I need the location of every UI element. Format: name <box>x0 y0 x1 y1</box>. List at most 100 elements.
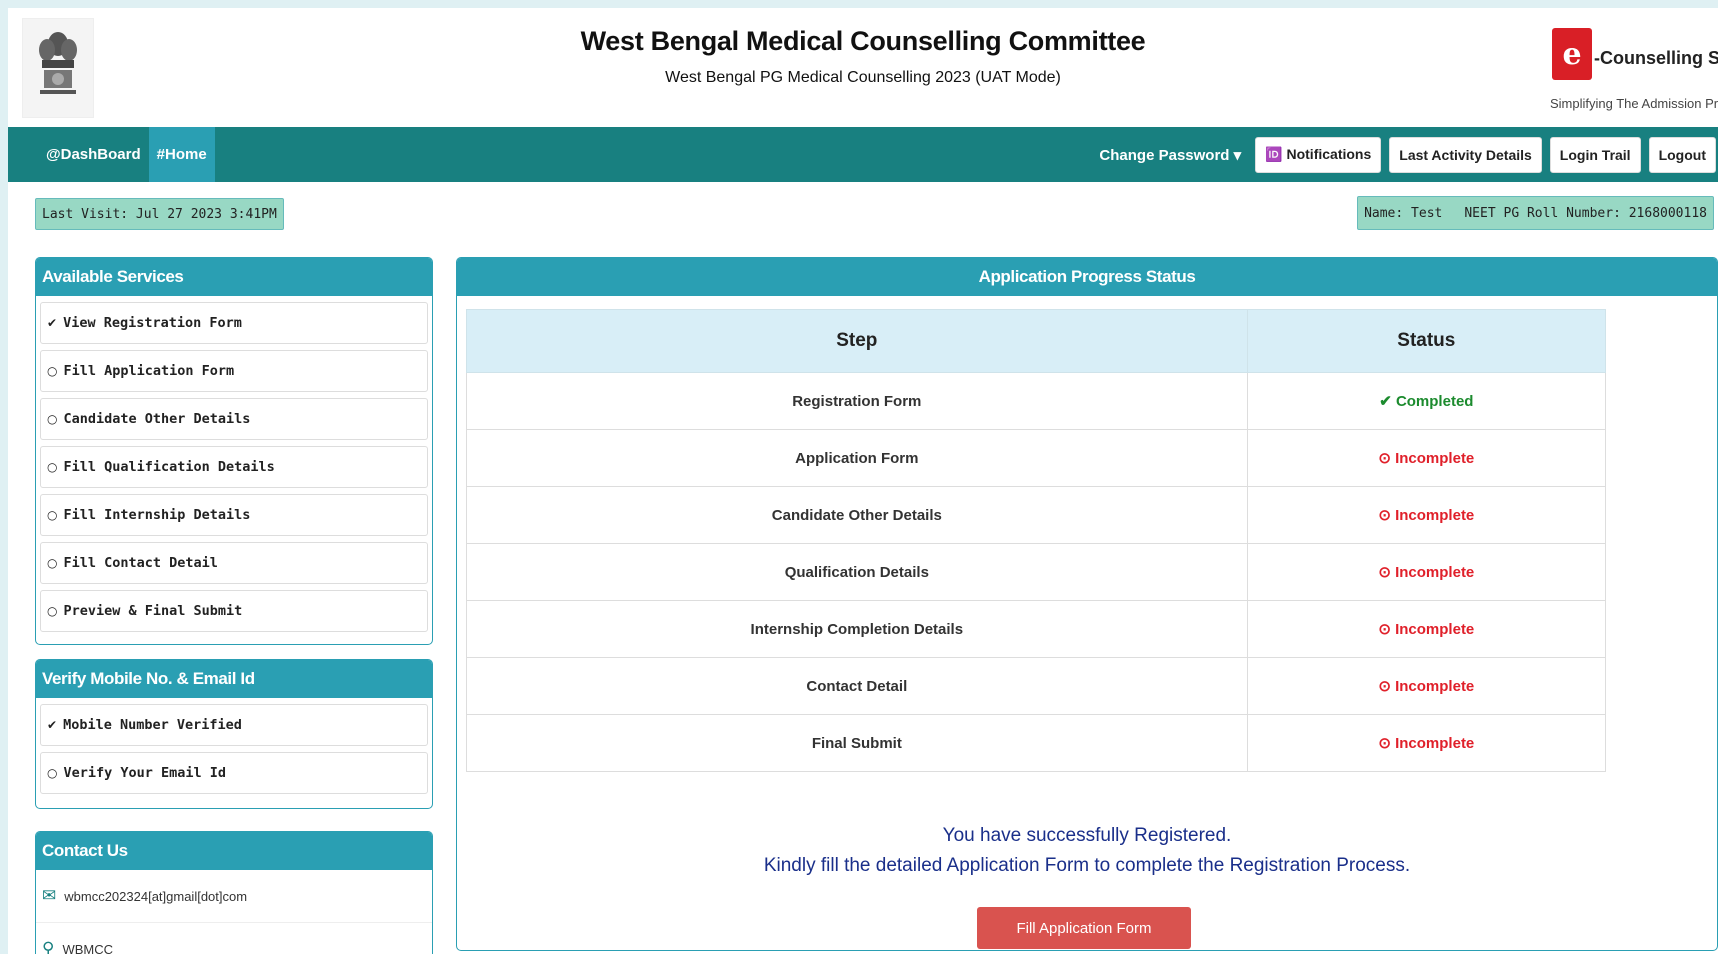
status-cell: ⊙ Incomplete <box>1246 486 1607 544</box>
service-item-label: Mobile Number Verified <box>63 717 242 733</box>
status-text: Incomplete <box>1395 507 1475 524</box>
last-activity-button[interactable]: Last Activity Details <box>1389 136 1542 173</box>
page: West Bengal Medical Counselling Committe… <box>8 8 1718 954</box>
table-row: Internship Completion Details ⊙ Incomplet… <box>466 600 1607 658</box>
service-item[interactable]: ○ Fill Internship Details <box>40 494 428 536</box>
circle-icon: ○ <box>47 556 58 570</box>
notifications-button[interactable]: 🆔 Notifications <box>1255 136 1382 173</box>
status-text: Incomplete <box>1395 450 1475 467</box>
circle-icon: ○ <box>47 460 58 474</box>
service-item[interactable]: ✔ View Registration Form <box>40 302 428 344</box>
table-row: Candidate Other Details ⊙ Incomplete <box>466 486 1607 544</box>
circle-icon: ○ <box>47 508 58 522</box>
service-item-label: Candidate Other Details <box>63 411 251 427</box>
available-services-panel: Available Services ✔ View Registration Fo… <box>35 257 433 645</box>
step-cell: Qualification Details <box>466 543 1248 601</box>
last-visit-badge: Last Visit: Jul 27 2023 3:41PM <box>35 198 284 230</box>
status-text: Completed <box>1395 393 1474 410</box>
panel-title: Verify Mobile No. & Email Id <box>36 660 432 698</box>
instruction-message: Kindly fill the detailed Application For… <box>763 855 1411 876</box>
step-cell: Final Submit <box>466 714 1248 772</box>
status-text: Incomplete <box>1395 678 1475 695</box>
alert-circle-icon: ⊙ <box>1378 621 1396 638</box>
step-cell: Candidate Other Details <box>466 486 1248 544</box>
service-item-label: Preview & Final Submit <box>63 603 243 619</box>
alert-circle-icon: ⊙ <box>1378 507 1396 524</box>
logo-mark: e <box>1552 28 1592 80</box>
table-header-row: Step Status <box>466 309 1607 373</box>
table-row: Contact Detail ⊙ Incomplete <box>466 657 1607 715</box>
alert-circle-icon: ⊙ <box>1378 450 1396 467</box>
progress-panel: Application Progress Status Step Status … <box>456 257 1718 951</box>
map-pin-icon: ⚲ <box>42 939 55 954</box>
alert-circle-icon: ⊙ <box>1378 564 1396 581</box>
page-title: West Bengal Medical Counselling Committe… <box>580 26 1146 56</box>
verify-list: ✔ Mobile Number Verified ○ Verify Your Emai… <box>36 704 432 794</box>
status-cell: ⊙ Incomplete <box>1246 714 1607 772</box>
circle-icon: ○ <box>47 604 58 618</box>
change-password-dropdown[interactable]: Change Password ▾ <box>1099 146 1241 164</box>
logo-text: -Counselling Services <box>1594 48 1718 68</box>
service-item[interactable]: ○ Candidate Other Details <box>40 398 428 440</box>
column-header-step: Step <box>466 309 1248 373</box>
login-trail-button[interactable]: Login Trail <box>1549 136 1641 173</box>
progress-table: Step Status Registration Form ✔ Completed… <box>466 309 1607 772</box>
status-cell: ⊙ Incomplete <box>1246 543 1607 601</box>
status-cell: ⊙ Incomplete <box>1246 657 1607 715</box>
panel-title: Application Progress Status <box>457 258 1717 296</box>
service-item[interactable]: ○ Fill Application Form <box>40 350 428 392</box>
status-text: Incomplete <box>1395 564 1475 581</box>
contact-email: ✉ wbmcc202324[at]gmail[dot]com <box>36 870 432 923</box>
services-list: ✔ View Registration Form ○ Fill Application… <box>36 302 432 632</box>
user-name: Name: Test <box>1364 205 1443 221</box>
table-row: Final Submit ⊙ Incomplete <box>466 714 1607 772</box>
email-text: wbmcc202324[at]gmail[dot]com <box>64 888 248 904</box>
fill-application-button[interactable]: Fill Application Form <box>977 907 1191 949</box>
circle-icon: ○ <box>47 364 58 378</box>
service-item[interactable]: ○ Fill Qualification Details <box>40 446 428 488</box>
nav-dashboard[interactable]: @DashBoard <box>38 127 149 182</box>
service-item[interactable]: ○ Verify Your Email Id <box>40 752 428 794</box>
service-item-label: View Registration Form <box>63 315 242 331</box>
user-info-badge: Name: Test NEET PG Roll Number: 21680001… <box>1357 196 1714 230</box>
envelope-icon: ✉ <box>42 886 57 905</box>
service-item[interactable]: ○ Preview & Final Submit <box>40 590 428 632</box>
step-cell: Application Form <box>466 429 1248 487</box>
logout-button[interactable]: Logout <box>1648 136 1716 173</box>
e-counselling-logo: e -Counselling Services Simplifying The … <box>1528 20 1718 111</box>
contact-panel: Contact Us ✉ wbmcc202324[at]gmail[dot]co… <box>35 831 433 954</box>
verify-panel: Verify Mobile No. & Email Id ✔ Mobile Num… <box>35 659 433 809</box>
nav-left: @DashBoard #Home <box>38 127 215 182</box>
progress-table-body: Registration Form ✔ Completed Application … <box>466 372 1607 772</box>
service-item-label: Fill Contact Detail <box>63 555 218 571</box>
alert-circle-icon: ⊙ <box>1378 735 1396 752</box>
table-row: Registration Form ✔ Completed <box>466 372 1607 430</box>
service-item-label: Fill Application Form <box>63 363 235 379</box>
column-header-status: Status <box>1246 309 1607 373</box>
step-cell: Registration Form <box>466 372 1248 430</box>
status-text: Incomplete <box>1395 735 1475 752</box>
nav-right: Change Password ▾ 🆔 Notifications Last A… <box>1099 127 1716 182</box>
status-cell: ⊙ Incomplete <box>1246 429 1607 487</box>
circle-icon: ○ <box>47 766 58 780</box>
table-row: Application Form ⊙ Incomplete <box>466 429 1607 487</box>
top-navbar: @DashBoard #Home Change Password ▾ 🆔 Not… <box>8 127 1718 182</box>
status-text: Incomplete <box>1395 621 1475 638</box>
contact-location: ⚲ WBMCC <box>36 923 432 954</box>
step-cell: Contact Detail <box>466 657 1248 715</box>
status-cell: ⊙ Incomplete <box>1246 600 1607 658</box>
circle-icon: ○ <box>47 412 58 426</box>
logo-tagline: Simplifying The Admission Process <box>1550 96 1718 111</box>
table-row: Qualification Details ⊙ Incomplete <box>466 543 1607 601</box>
service-item[interactable]: ○ Fill Contact Detail <box>40 542 428 584</box>
service-item[interactable]: ✔ Mobile Number Verified <box>40 704 428 746</box>
location-text: WBMCC <box>62 941 113 954</box>
nav-home[interactable]: #Home <box>148 127 215 182</box>
roll-number: NEET PG Roll Number: 2168000118 <box>1464 205 1707 221</box>
panel-title: Available Services <box>36 258 432 296</box>
check-circle-icon: ✔ <box>47 718 58 732</box>
success-message: You have successfully Registered. <box>942 825 1232 846</box>
page-subtitle: West Bengal PG Medical Counselling 2023 … <box>665 69 1061 86</box>
service-item-label: Verify Your Email Id <box>63 765 227 781</box>
site-header: West Bengal Medical Counselling Committe… <box>8 8 1718 127</box>
